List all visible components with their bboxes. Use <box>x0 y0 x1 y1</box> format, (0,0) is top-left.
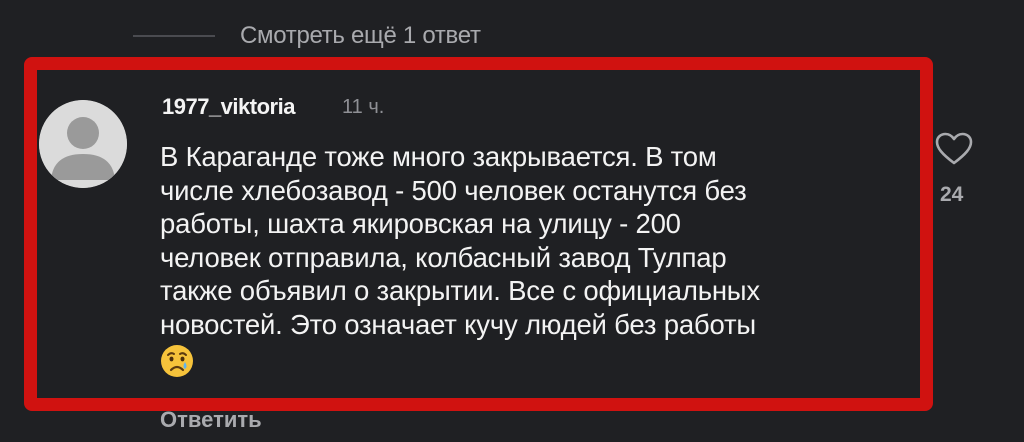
reply-button[interactable]: Ответить <box>160 407 262 433</box>
comment-thread: Смотреть ещё 1 ответ 1977_viktoria 11 ч.… <box>0 0 1024 442</box>
comment-line: В Караганде тоже много закрывается. В то… <box>160 141 717 172</box>
view-more-replies-button[interactable]: Смотреть ещё 1 ответ <box>240 22 481 50</box>
crying-face-icon <box>161 345 193 377</box>
default-user-avatar-icon <box>39 100 127 188</box>
comment-line: также объявил о закрытии. Все с официаль… <box>160 275 760 306</box>
comment-username[interactable]: 1977_viktoria <box>162 94 295 120</box>
like-count: 24 <box>940 183 964 206</box>
user-avatar[interactable] <box>39 100 127 188</box>
comment-line: человек отправила, колбасный завод Тулпа… <box>160 241 727 273</box>
comment-timestamp: 11 ч. <box>342 96 385 118</box>
comment-emoji-line <box>160 341 880 377</box>
comment-line: числе хлебозавод - 500 человек останутся… <box>160 174 747 206</box>
comment-body: В Караганде тоже много закрывается. В то… <box>160 140 880 377</box>
thread-connector-line <box>133 35 215 37</box>
comment-line: новостей. Это означает кучу людей без ра… <box>160 308 756 340</box>
heart-outline-icon[interactable] <box>934 130 974 170</box>
comment-line: работы, шахта якировская на улицу - 200 <box>160 208 681 239</box>
